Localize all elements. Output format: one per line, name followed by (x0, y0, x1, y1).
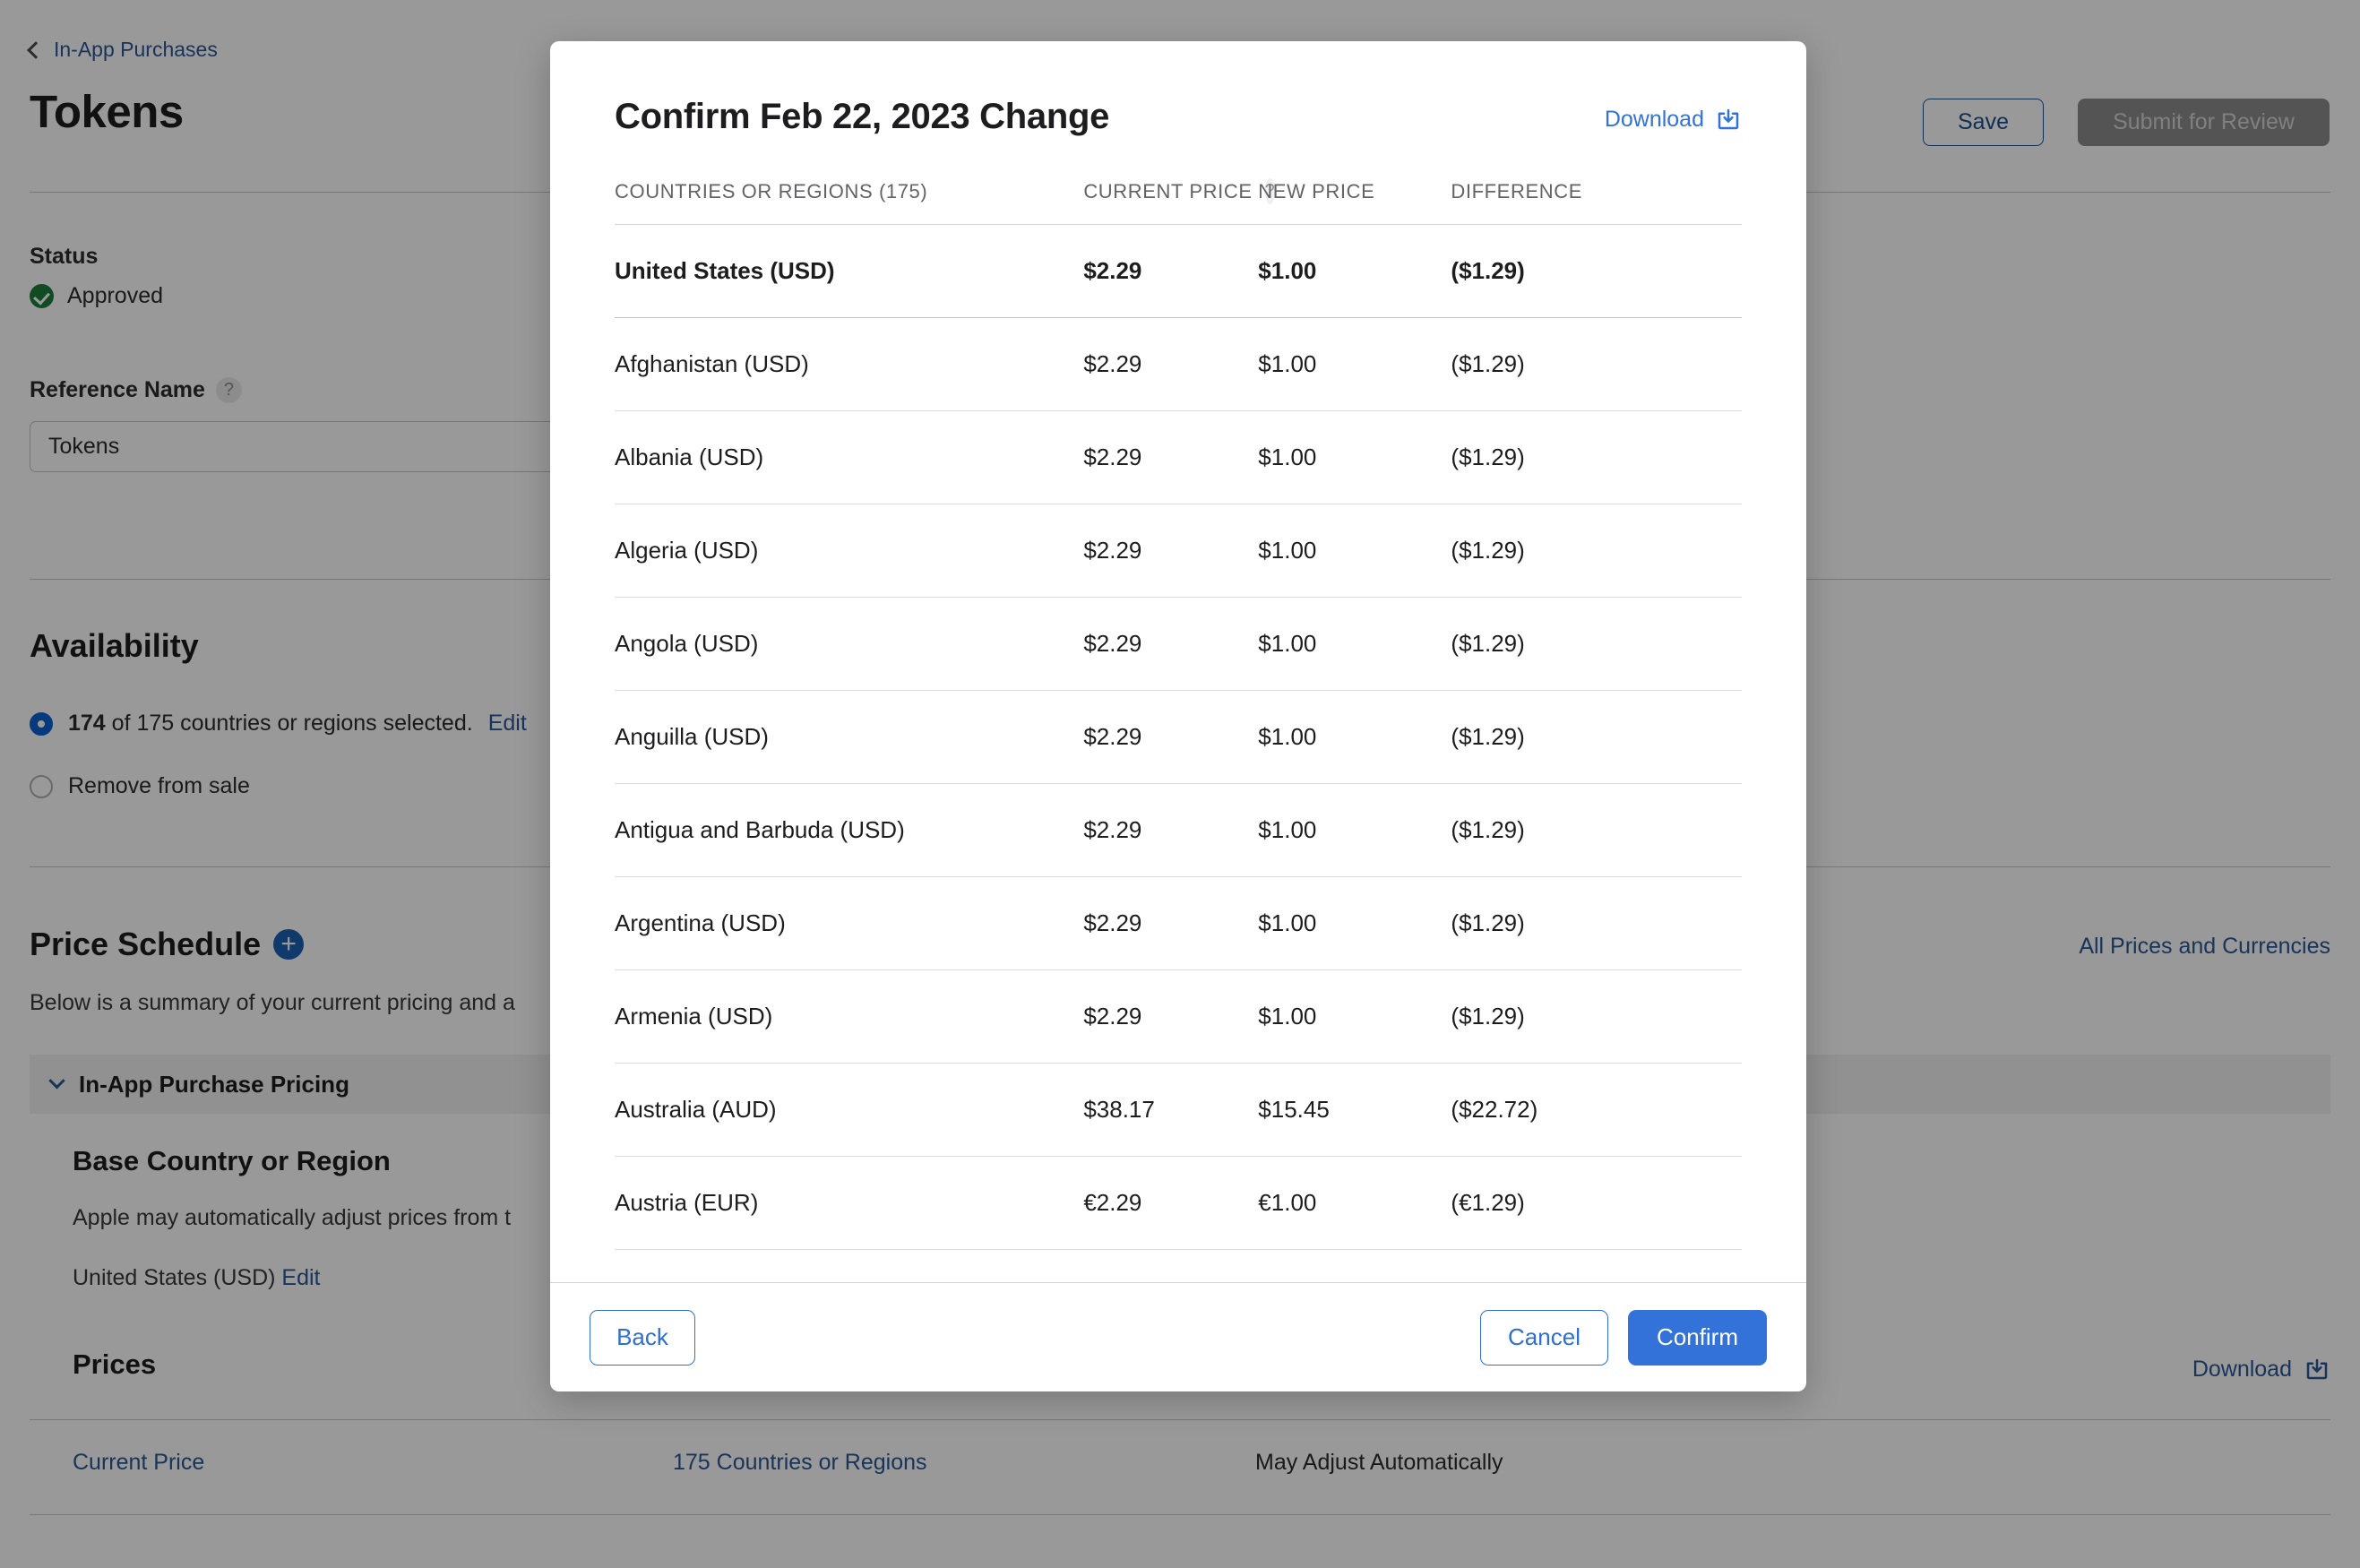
cell-new: €1.00 (1258, 1156, 1451, 1250)
cell-new: $1.00 (1258, 783, 1451, 877)
cell-country: Armenia (USD) (615, 969, 1084, 1064)
cell-country: Algeria (USD) (615, 504, 1084, 598)
cell-difference: ($1.29) (1451, 410, 1742, 504)
cell-new: $1.00 (1258, 597, 1451, 691)
cell-new: $1.00 (1258, 317, 1451, 411)
dialog-download-link[interactable]: Download (1605, 106, 1742, 133)
cell-difference: ($1.29) (1451, 783, 1742, 877)
cell-current: $2.29 (1083, 504, 1259, 598)
cell-country: Albania (USD) (615, 410, 1084, 504)
table-row: Antigua and Barbuda (USD) $2.29 $1.00 ($1.2… (615, 783, 1742, 877)
dialog-table-scroll[interactable]: COUNTRIES OR REGIONS (175) CURRENT PRICE… (550, 178, 1806, 1282)
col-difference: DIFFERENCE (1451, 178, 1742, 225)
cell-new: $1.00 (1258, 876, 1451, 970)
cell-country: Angola (USD) (615, 597, 1084, 691)
cell-country: Australia (AUD) (615, 1063, 1084, 1157)
cell-current: $2.29 (1083, 783, 1259, 877)
table-row: Algeria (USD) $2.29 $1.00 ($1.29) (615, 504, 1742, 598)
col-new-price: NEW PRICE (1258, 178, 1451, 225)
cell-country: Anguilla (USD) (615, 690, 1084, 784)
table-row: Argentina (USD) $2.29 $1.00 ($1.29) (615, 876, 1742, 970)
cell-current: $2.29 (1083, 597, 1259, 691)
cell-difference: ($1.29) (1451, 969, 1742, 1064)
cell-current: $2.29 (1083, 317, 1259, 411)
table-header-row: COUNTRIES OR REGIONS (175) CURRENT PRICE… (615, 178, 1742, 225)
table-body: United States (USD) $2.29 $1.00 ($1.29) Afgh… (615, 224, 1742, 1250)
cell-new: $15.45 (1258, 1063, 1451, 1157)
cell-difference: (€1.29) (1451, 1156, 1742, 1250)
table-row: Anguilla (USD) $2.29 $1.00 ($1.29) (615, 690, 1742, 784)
cell-current: $2.29 (1083, 410, 1259, 504)
col-current-price: CURRENT PRICE ? (1083, 178, 1276, 225)
cell-difference: ($1.29) (1451, 597, 1742, 691)
cell-new: $1.00 (1258, 410, 1451, 504)
footer-actions: Cancel Confirm (1480, 1309, 1767, 1366)
table-row: Austria (EUR) €2.29 €1.00 (€1.29) (615, 1156, 1742, 1250)
cancel-button[interactable]: Cancel (1480, 1309, 1608, 1366)
back-button[interactable]: Back (590, 1309, 695, 1366)
cell-country: Austria (EUR) (615, 1156, 1084, 1250)
table-row: Armenia (USD) $2.29 $1.00 ($1.29) (615, 969, 1742, 1064)
cell-current: $2.29 (1083, 969, 1259, 1064)
cell-difference: ($1.29) (1451, 317, 1742, 411)
cell-current: $2.29 (1083, 876, 1259, 970)
table-row: Afghanistan (USD) $2.29 $1.00 ($1.29) (615, 317, 1742, 411)
table-row: Australia (AUD) $38.17 $15.45 ($22.72) (615, 1063, 1742, 1157)
cell-current: $2.29 (1083, 224, 1259, 318)
dialog-title: Confirm Feb 22, 2023 Change (615, 97, 1110, 136)
cell-country: United States (USD) (615, 224, 1084, 318)
cell-new: $1.00 (1258, 969, 1451, 1064)
table-row: Albania (USD) $2.29 $1.00 ($1.29) (615, 410, 1742, 504)
price-change-table: COUNTRIES OR REGIONS (175) CURRENT PRICE… (615, 178, 1742, 1250)
dialog-footer: Back Cancel Confirm (550, 1282, 1806, 1391)
cell-difference: ($1.29) (1451, 504, 1742, 598)
download-icon (1718, 108, 1739, 130)
cell-difference: ($1.29) (1451, 224, 1742, 318)
cell-current: $2.29 (1083, 690, 1259, 784)
table-row: United States (USD) $2.29 $1.00 ($1.29) (615, 224, 1742, 318)
cell-difference: ($22.72) (1451, 1063, 1742, 1157)
cell-new: $1.00 (1258, 690, 1451, 784)
cell-country: Argentina (USD) (615, 876, 1084, 970)
cell-difference: ($1.29) (1451, 690, 1742, 784)
confirm-price-change-dialog: Confirm Feb 22, 2023 Change Download COU… (550, 41, 1806, 1391)
cell-current: €2.29 (1083, 1156, 1259, 1250)
cell-new: $1.00 (1258, 504, 1451, 598)
dialog-header: Confirm Feb 22, 2023 Change Download (550, 41, 1806, 137)
app-page: In-App Purchases Tokens Status Approved … (0, 0, 2360, 1568)
dialog-download-label: Download (1604, 106, 1704, 132)
table-row: Angola (USD) $2.29 $1.00 ($1.29) (615, 597, 1742, 691)
col-countries: COUNTRIES OR REGIONS (175) (615, 178, 1084, 225)
cell-difference: ($1.29) (1451, 876, 1742, 970)
cell-current: $38.17 (1083, 1063, 1259, 1157)
cell-new: $1.00 (1258, 224, 1451, 318)
confirm-button[interactable]: Confirm (1628, 1309, 1767, 1366)
cell-country: Afghanistan (USD) (615, 317, 1084, 411)
cell-country: Antigua and Barbuda (USD) (615, 783, 1084, 877)
